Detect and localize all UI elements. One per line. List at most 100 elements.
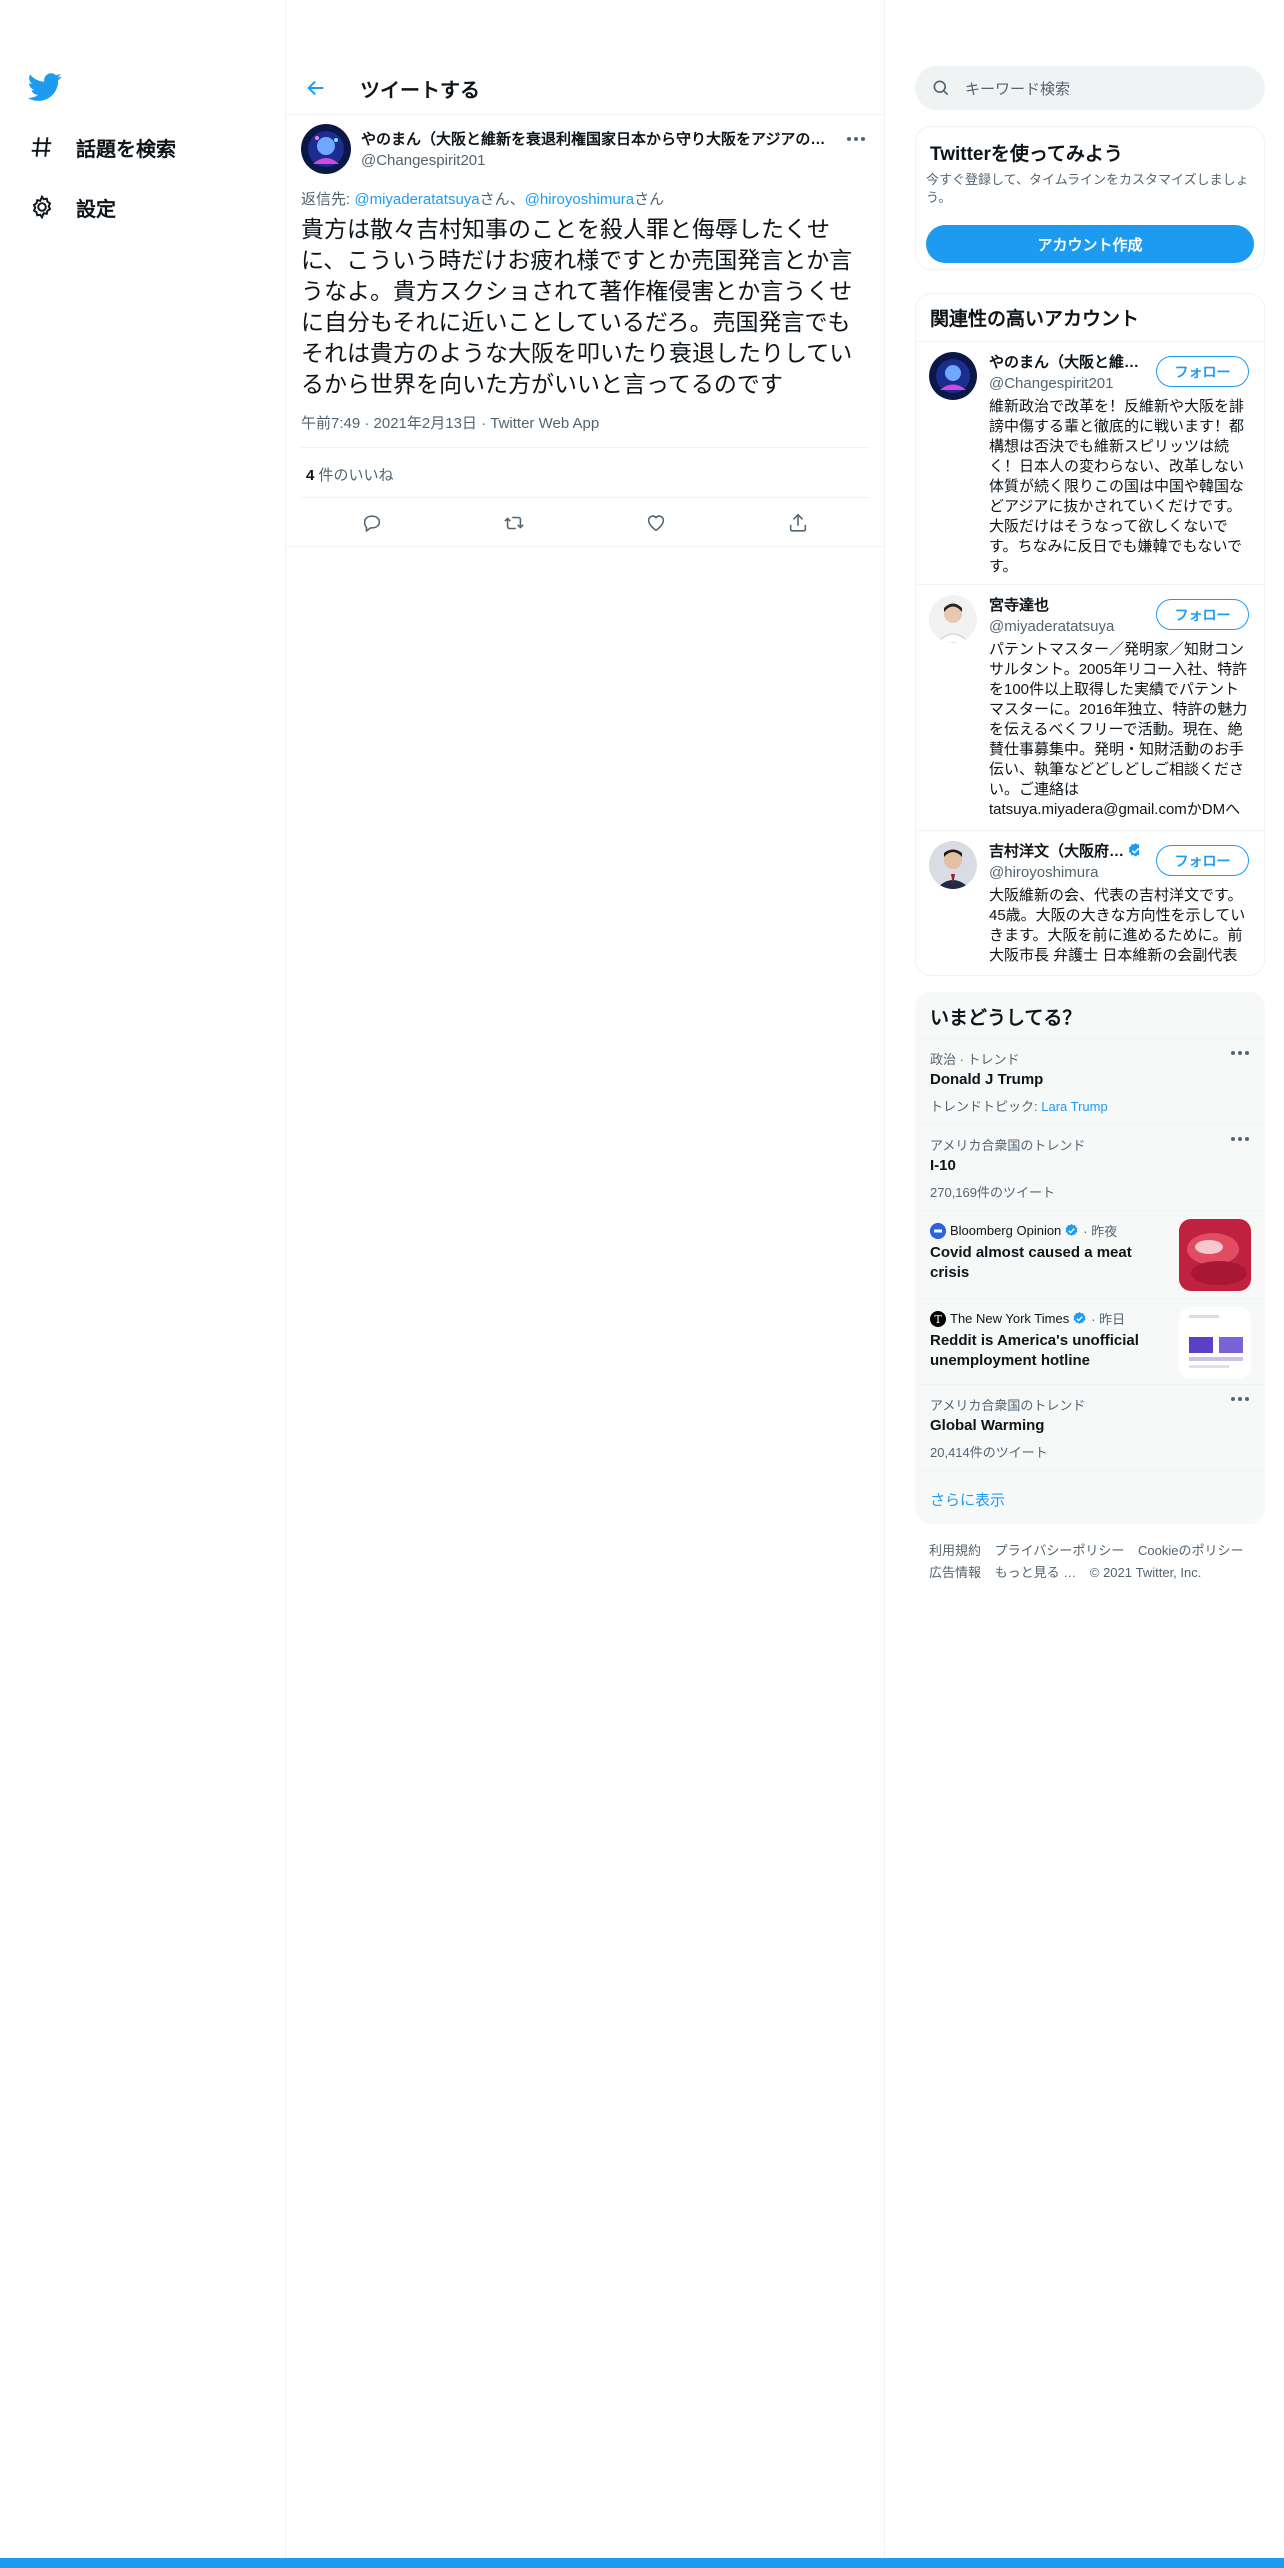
trend-related-link[interactable]: Lara Trump	[1041, 1099, 1107, 1114]
trend-context: アメリカ合衆国のトレンド	[930, 1138, 1086, 1153]
signup-subtitle: 今すぐ登録して、タイムラインをカスタマイズしましょう。	[926, 172, 1249, 205]
footer-link[interactable]: 利用規約	[929, 1543, 981, 1558]
account-name-text: 吉村洋文（大阪府…	[989, 843, 1125, 860]
more-options-icon[interactable]	[1231, 1051, 1249, 1055]
news-source-name: Bloomberg Opinion	[950, 1223, 1062, 1238]
news-item[interactable]: T The New York Times · 昨日 Reddit is Amer…	[916, 1298, 1264, 1384]
gear-icon	[28, 193, 56, 221]
nav-settings[interactable]: 設定	[28, 185, 116, 229]
reply-user-link[interactable]: @hiroyoshimura	[525, 191, 634, 208]
avatar[interactable]	[929, 841, 977, 889]
twitter-bird-icon[interactable]	[27, 70, 62, 104]
trend-count: 270,169件のツイート	[930, 1185, 1055, 1200]
account-bio: 維新政治で改革を！反維新や大阪を誹謗中傷する輩と徹底的に戦います！都構想は否決で…	[989, 398, 1245, 575]
divider	[286, 546, 884, 547]
news-source-name: The New York Times	[950, 1311, 1070, 1326]
footer-link[interactable]: もっと見る …	[995, 1565, 1077, 1580]
news-headline: Covid almost caused a meat crisis	[930, 1244, 1132, 1281]
author-name[interactable]: やのまん（大阪と維新を衰退利権国家日本から守り大阪をアジアの…	[361, 128, 831, 149]
create-account-button[interactable]: アカウント作成	[926, 225, 1254, 263]
trend-topic: I-10	[930, 1157, 956, 1174]
tweet-actions	[301, 502, 869, 544]
trend-context: 政治 · トレンド	[930, 1052, 1020, 1067]
left-navigation: 話題を検索 設定	[0, 0, 285, 2568]
reply-icon[interactable]	[355, 506, 389, 540]
account-bio: パテントマスター／発明家／知財コンサルタント。2005年リコー入社、特許を100…	[989, 641, 1248, 818]
trend-related: トレンドトピック: Lara Trump	[930, 1096, 1108, 1115]
footer-link[interactable]: プライバシーポリシー	[995, 1543, 1125, 1558]
avatar[interactable]	[929, 352, 977, 400]
news-time: · 昨日	[1091, 1312, 1126, 1327]
bloomberg-logo-icon	[930, 1222, 946, 1239]
account-item[interactable]: 宮寺達也 @miyaderatatsuya フォロー パテントマスター／発明家／…	[916, 584, 1264, 832]
more-options-icon[interactable]	[841, 126, 871, 152]
header-divider	[286, 114, 884, 115]
main-column: ツイートする やのまん（大阪と維新を衰退利権国家日本から守り大阪をアジアの… @…	[285, 0, 885, 2568]
search-icon	[931, 78, 951, 98]
account-name[interactable]: やのまん（大阪と維…	[989, 351, 1139, 372]
account-handle[interactable]: @Changespirit201	[989, 375, 1113, 392]
account-name[interactable]: 宮寺達也	[989, 594, 1139, 615]
page-header: ツイートする	[286, 62, 884, 114]
account-item[interactable]: やのまん（大阪と維… @Changespirit201 フォロー 維新政治で改革…	[916, 341, 1264, 575]
verified-badge-icon	[1127, 842, 1139, 859]
account-handle[interactable]: @miyaderatatsuya	[989, 618, 1114, 635]
news-item[interactable]: Bloomberg Opinion · 昨夜 Covid almost caus…	[916, 1210, 1264, 1298]
search-placeholder: キーワード検索	[965, 80, 1071, 98]
author-avatar[interactable]	[301, 124, 351, 174]
news-thumbnail	[1179, 1307, 1251, 1379]
trends-title: いまどうしてる？	[930, 1008, 1082, 1029]
follow-button[interactable]: フォロー	[1156, 599, 1249, 630]
trend-item[interactable]: アメリカ合衆国のトレンド I-10 270,169件のツイート	[916, 1124, 1264, 1210]
reply-user-link[interactable]: @miyaderatatsuya	[354, 191, 479, 208]
trend-count: 20,414件のツイート	[930, 1445, 1048, 1460]
footer-links: 利用規約 プライバシーポリシー Cookieのポリシー 広告情報 もっと見る ……	[929, 1540, 1259, 1584]
news-source: T The New York Times · 昨日	[930, 1309, 1125, 1328]
hashtag-icon	[28, 133, 56, 161]
nav-explore-label: 話題を検索	[76, 138, 176, 161]
arrow-left-icon[interactable]	[296, 68, 336, 108]
nav-explore[interactable]: 話題を検索	[28, 125, 176, 169]
trend-item[interactable]: 政治 · トレンド Donald J Trump トレンドトピック: Lara …	[916, 1038, 1264, 1124]
footer-link[interactable]: Cookieのポリシー	[1138, 1543, 1243, 1558]
svg-text:T: T	[934, 1313, 942, 1326]
account-bio: 大阪維新の会、代表の吉村洋文です。45歳。大阪の大きな方向性を示していきます。大…	[989, 887, 1246, 964]
nav-settings-label: 設定	[76, 198, 116, 221]
related-accounts-card: 関連性の高いアカウント やのまん（大阪と維… @Changespirit201 …	[915, 293, 1265, 976]
avatar[interactable]	[929, 595, 977, 643]
account-handle[interactable]: @hiroyoshimura	[989, 864, 1098, 881]
search-input[interactable]: キーワード検索	[915, 66, 1265, 110]
trend-item[interactable]: アメリカ合衆国のトレンド Global Warming 20,414件のツイート	[916, 1384, 1264, 1470]
show-more-link[interactable]: さらに表示	[930, 1489, 1005, 1510]
reply-suffix: さん	[634, 191, 665, 208]
likes-count[interactable]: 4 件のいいね	[306, 464, 394, 485]
retweet-icon[interactable]	[497, 506, 531, 540]
news-headline: Reddit is America's unofficial unemploym…	[930, 1332, 1139, 1369]
news-source: Bloomberg Opinion · 昨夜	[930, 1221, 1117, 1240]
trend-topic: Global Warming	[930, 1417, 1045, 1434]
follow-button[interactable]: フォロー	[1156, 845, 1249, 876]
account-item[interactable]: 吉村洋文（大阪府… @hiroyoshimura フォロー 大阪維新の会、代表の…	[916, 830, 1264, 975]
copyright: © 2021 Twitter, Inc.	[1089, 1565, 1202, 1580]
tweet-timestamp[interactable]: 午前7:49 · 2021年2月13日 · Twitter Web App	[301, 412, 599, 433]
trend-related-prefix: トレンドトピック:	[930, 1099, 1042, 1114]
divider	[301, 447, 869, 448]
footer-link[interactable]: 広告情報	[929, 1565, 981, 1580]
trends-card: いまどうしてる？ 政治 · トレンド Donald J Trump トレンドトピ…	[915, 992, 1265, 1524]
trend-context: アメリカ合衆国のトレンド	[930, 1398, 1086, 1413]
trend-topic: Donald J Trump	[930, 1071, 1044, 1088]
signup-title: Twitterを使ってみよう	[930, 144, 1123, 165]
more-options-icon[interactable]	[1231, 1397, 1249, 1401]
signup-card: Twitterを使ってみよう 今すぐ登録して、タイムラインをカスタマイズしましょ…	[915, 126, 1265, 270]
page-title: ツイートする	[360, 79, 480, 102]
author-handle[interactable]: @Changespirit201	[361, 152, 485, 169]
nyt-logo-icon: T	[930, 1310, 946, 1327]
account-name[interactable]: 吉村洋文（大阪府…	[989, 840, 1139, 861]
share-icon[interactable]	[781, 506, 815, 540]
follow-button[interactable]: フォロー	[1156, 356, 1249, 387]
bottom-banner	[0, 2558, 1284, 2568]
divider	[301, 497, 869, 498]
more-options-icon[interactable]	[1231, 1137, 1249, 1141]
like-icon[interactable]	[639, 506, 673, 540]
tweet-text: 貴方は散々吉村知事のことを殺人罪と侮辱したくせに、こういう時だけお疲れ様ですとか…	[301, 216, 853, 397]
